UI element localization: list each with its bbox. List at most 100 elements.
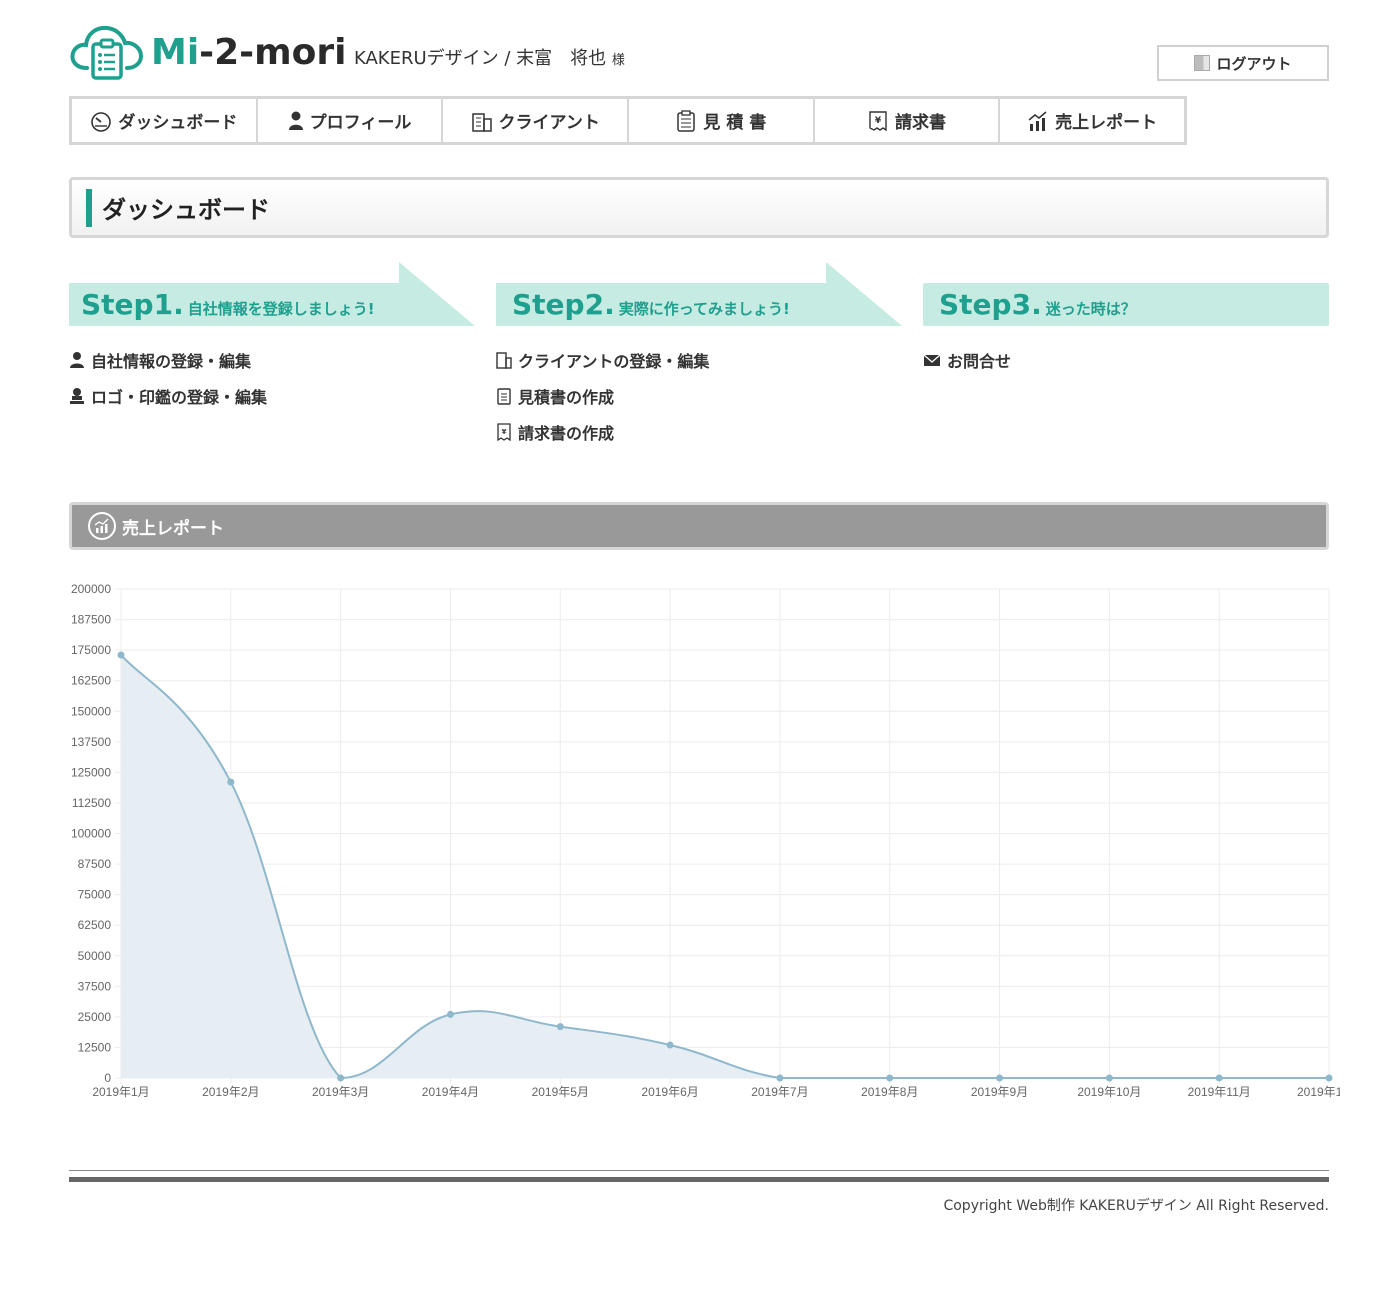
step-title: Step1. 自社情報を登録しましょう! [81,288,375,321]
x-tick-label: 2019年10月 [1077,1085,1141,1099]
user-icon [288,111,303,130]
y-tick-label: 187500 [71,613,111,627]
clipboard-list-icon [497,388,511,405]
data-point [886,1074,894,1082]
x-tick-label: 2019年7月 [751,1085,808,1099]
data-point [337,1074,345,1082]
y-tick-label: 37500 [78,979,112,993]
x-tick-label: 2019年4月 [422,1085,479,1099]
nav-label: 売上レポート [1055,113,1158,133]
logout-button[interactable]: ログアウト [1157,45,1329,81]
nav-label: プロフィール [309,113,412,133]
y-tick-label: 87500 [78,857,112,871]
envelope-icon [923,354,941,366]
report-title: 売上レポート [122,518,224,539]
x-tick-label: 2019年6月 [641,1085,698,1099]
nav-label: 見 積 書 [703,113,767,133]
y-tick-label: 112500 [72,796,111,810]
footer-divider-thin [69,1170,1329,1171]
x-tick-label: 2019年9月 [971,1085,1028,1099]
user-honorific: 様 [611,53,625,68]
link-client-register[interactable]: クライアントの登録・編集 [496,342,902,378]
main-nav: ダッシュボード プロフィール クライアント 見 積 書 ¥ 請求書 売上レポート [69,96,1187,145]
building-icon [471,112,492,132]
x-tick-label: 2019年3月 [312,1085,369,1099]
user-icon [70,352,84,368]
header: Mi-2-mori KAKERUデザイン / 末富 将也 様 ログアウト [69,22,1329,92]
y-tick-label: 50000 [78,949,112,963]
step-banner: Step2. 実際に作ってみましょう! [496,262,902,328]
bar-chart-icon [1028,110,1047,131]
data-point [666,1041,674,1049]
x-tick-label: 2019年2月 [202,1085,259,1099]
step-title: Step3. 迷った時は？ [939,288,1136,321]
clipboard-list-icon [677,109,696,132]
y-tick-label: 75000 [78,888,112,902]
logo[interactable]: Mi-2-mori [69,22,346,82]
data-point [1215,1074,1223,1082]
link-logo-stamp[interactable]: ロゴ・印鑑の登録・編集 [69,378,475,414]
step-title: Step2. 実際に作ってみましょう! [512,288,790,321]
step-links: 自社情報の登録・編集 ロゴ・印鑑の登録・編集 [69,342,475,414]
nav-invoice[interactable]: ¥ 請求書 [815,99,1001,142]
page-title: ダッシュボード [102,196,270,224]
step-banner: Step1. 自社情報を登録しましょう! [69,262,475,328]
step-banner: Step3. 迷った時は？ [923,262,1329,328]
stamp-icon [70,388,84,404]
y-tick-label: 100000 [71,827,111,841]
receipt-yen-icon: ¥ [497,423,511,441]
user-name: KAKERUデザイン / 末富 将也 様 [354,44,625,70]
nav-label: 請求書 [895,113,947,133]
y-tick-label: 150000 [71,704,111,718]
link-company-info[interactable]: 自社情報の登録・編集 [69,342,475,378]
y-tick-label: 12500 [78,1040,112,1054]
cloud-clipboard-icon [70,25,144,80]
door-icon [1194,55,1211,71]
logo-text: Mi-2-mori [151,31,347,73]
footer-divider-thick [69,1177,1329,1182]
y-tick-label: 200000 [71,582,111,596]
link-contact[interactable]: お問合せ [923,342,1329,378]
y-tick-label: 125000 [71,765,111,779]
copyright: Copyright Web制作 KAKERUデザイン All Right Res… [943,1198,1329,1214]
nav-label: クライアント [498,113,600,133]
data-point [1105,1074,1113,1082]
page-title-box: ダッシュボード [69,177,1329,238]
step-links: お問合せ [923,342,1329,378]
report-chart-icon [88,512,116,540]
title-accent-bar [86,188,92,227]
link-create-invoice[interactable]: ¥ 請求書の作成 [496,414,902,450]
data-point [227,778,235,786]
link-create-estimate[interactable]: 見積書の作成 [496,378,902,414]
step-2: Step2. 実際に作ってみましょう! クライアントの登録・編集 見積書の作成 ¥… [496,262,902,450]
nav-dashboard[interactable]: ダッシュボード [72,99,258,142]
x-tick-label: 2019年11月 [1188,1085,1251,1099]
data-point [996,1074,1004,1082]
nav-estimate[interactable]: 見 積 書 [629,99,815,142]
steps-section: Step1. 自社情報を登録しましょう! 自社情報の登録・編集 ロゴ・印鑑の登録・… [69,262,1329,452]
step-links: クライアントの登録・編集 見積書の作成 ¥ 請求書の作成 [496,342,902,450]
y-tick-label: 0 [104,1071,111,1085]
data-point [446,1010,454,1018]
nav-sales-report[interactable]: 売上レポート [1000,99,1184,142]
nav-client[interactable]: クライアント [443,99,630,142]
step-3: Step3. 迷った時は？ お問合せ [923,262,1329,378]
x-tick-label: 2019年12月 [1297,1085,1340,1099]
series-area-fill [121,655,1329,1078]
nav-profile[interactable]: プロフィール [258,99,444,142]
step-1: Step1. 自社情報を登録しましょう! 自社情報の登録・編集 ロゴ・印鑑の登録・… [69,262,475,414]
receipt-yen-icon: ¥ [869,110,887,131]
y-tick-label: 25000 [78,1010,112,1024]
y-tick-label: 137500 [71,735,111,749]
logout-label: ログアウト [1216,54,1292,73]
sales-report-header: 売上レポート [69,502,1329,550]
x-tick-label: 2019年8月 [861,1085,918,1099]
y-tick-label: 62500 [78,918,112,932]
building-icon [496,352,512,369]
svg-text:¥: ¥ [502,428,507,436]
data-point [776,1074,784,1082]
data-point [1325,1074,1333,1082]
data-point [117,651,125,659]
y-tick-label: 175000 [71,643,111,657]
user-company: KAKERUデザイン / 末富 将也 [354,48,607,69]
